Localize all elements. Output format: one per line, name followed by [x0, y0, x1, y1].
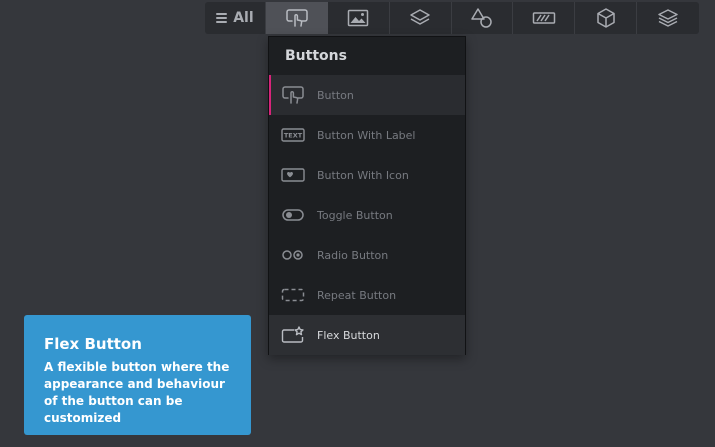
widget-item-toggle-button[interactable]: Toggle Button — [269, 195, 465, 235]
shapes-icon — [471, 8, 492, 28]
widget-item-button[interactable]: Button — [269, 75, 465, 115]
text-button-icon: TEXT — [281, 128, 305, 142]
flex-button-icon — [281, 326, 304, 343]
widget-item-label: Radio Button — [317, 248, 389, 262]
layers-icon — [410, 9, 430, 25]
tooltip-description: A flexible button where the appearance a… — [44, 360, 230, 425]
all-categories-label: All — [233, 10, 254, 26]
widget-item-label: Toggle Button — [317, 208, 393, 222]
category-3d-button[interactable] — [575, 2, 638, 34]
widget-item-radio-button[interactable]: Radio Button — [269, 235, 465, 275]
image-icon — [347, 9, 369, 27]
category-stack-button[interactable] — [637, 2, 699, 34]
buttons-widget-panel: Buttons Button TEXT Button With Label Bu… — [268, 36, 466, 355]
tooltip-title: Flex Button — [44, 335, 142, 353]
widget-item-flex-button[interactable]: Flex Button — [269, 315, 465, 355]
svg-text:TEXT: TEXT — [284, 132, 303, 140]
progress-bar-icon — [532, 12, 556, 24]
widget-item-button-with-icon[interactable]: Button With Icon — [269, 155, 465, 195]
cube-icon — [596, 8, 615, 28]
radio-icon — [282, 250, 303, 260]
widget-category-toolbar: All — [205, 2, 699, 34]
category-progress-button[interactable] — [513, 2, 576, 34]
widget-item-label: Button With Icon — [317, 168, 409, 182]
button-touch-icon — [282, 86, 304, 104]
category-buttons-button[interactable] — [265, 2, 328, 34]
hamburger-icon — [216, 13, 228, 23]
repeat-button-icon — [281, 288, 305, 302]
widget-item-label: Flex Button — [317, 328, 380, 342]
all-categories-button[interactable]: All — [205, 2, 266, 34]
widget-item-label: Repeat Button — [317, 288, 397, 302]
widget-item-label: Button — [317, 88, 354, 102]
panel-title: Buttons — [285, 48, 347, 64]
toggle-icon — [282, 209, 304, 221]
widget-item-repeat-button[interactable]: Repeat Button — [269, 275, 465, 315]
category-containers-button[interactable] — [390, 2, 452, 34]
category-shapes-button[interactable] — [452, 2, 514, 34]
category-images-button[interactable] — [328, 2, 390, 34]
widget-item-label: Button With Label — [317, 128, 416, 142]
stack-icon — [658, 9, 678, 27]
heart-button-icon — [281, 168, 305, 182]
button-touch-icon — [286, 9, 308, 27]
widget-item-button-with-label[interactable]: TEXT Button With Label — [269, 115, 465, 155]
widget-tooltip: Flex Button A flexible button where the … — [24, 315, 251, 435]
